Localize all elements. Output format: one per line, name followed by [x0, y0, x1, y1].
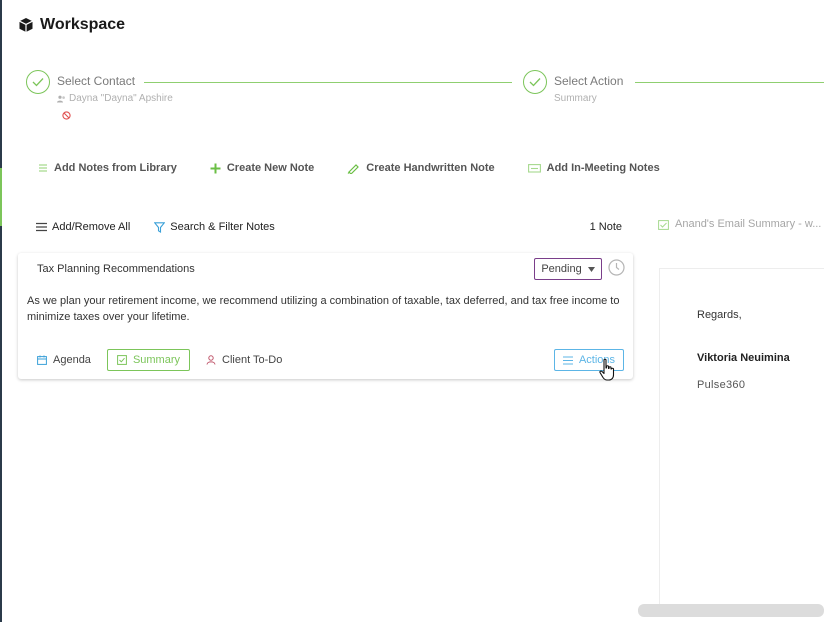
person-icon: [57, 95, 65, 102]
note-card-footer: Agenda Summary Client To-Do: [37, 349, 625, 371]
summary-check-icon: [117, 355, 127, 365]
cube-icon: [19, 18, 33, 32]
horizontal-scrollbar[interactable]: [638, 604, 824, 617]
clock-icon[interactable]: [608, 259, 625, 276]
pen-icon: [347, 163, 360, 174]
library-icon: [39, 164, 47, 172]
step-connector: [144, 82, 512, 83]
plus-icon: [210, 163, 221, 173]
filter-icon: [154, 221, 166, 233]
app-title: Workspace: [40, 16, 126, 33]
workspace-page: Workspace Select Contact Dayna "Dayna" A…: [0, 0, 824, 622]
summary-check-icon: [658, 219, 669, 230]
menu-icon: [562, 356, 573, 364]
step-title: Select Contact: [57, 74, 136, 88]
note-title: Tax Planning Recommendations: [37, 263, 195, 275]
step-select-contact[interactable]: Select Contact Dayna "Dayna" Apshire: [26, 70, 173, 104]
add-notes-from-library-button[interactable]: Add Notes from Library: [38, 162, 177, 174]
notes-list-toolbar: Add/Remove All Search & Filter Notes 1 N…: [36, 219, 626, 235]
step-connector: [635, 82, 824, 83]
note-actions-toolbar: Add Notes from Library Create New Note C…: [38, 159, 693, 177]
check-icon: [26, 70, 50, 94]
email-regards: Regards,: [697, 309, 742, 321]
client-todo-toggle[interactable]: Client To-Do: [206, 354, 282, 366]
add-remove-all-button[interactable]: Add/Remove All: [36, 221, 130, 233]
status-dropdown[interactable]: Pending: [534, 258, 602, 280]
note-card[interactable]: Tax Planning Recommendations Pending As …: [18, 253, 633, 379]
create-handwritten-note-button[interactable]: Create Handwritten Note: [347, 162, 495, 174]
left-rail: [0, 0, 2, 622]
ban-icon: [62, 111, 71, 120]
calendar-icon: [37, 355, 47, 365]
email-preview-panel: Regards, Viktoria Neuimina Pulse360: [659, 268, 824, 608]
hand-cursor-icon: [599, 358, 615, 381]
note-body: As we plan your retirement income, we re…: [27, 295, 620, 323]
app-header: Workspace: [18, 14, 125, 36]
email-company: Pulse360: [697, 379, 746, 391]
status-label: Pending: [541, 263, 582, 275]
caret-down-icon: [587, 266, 595, 272]
step-title: Select Action: [554, 74, 624, 88]
menu-icon: [36, 222, 47, 232]
meeting-icon: [527, 164, 541, 173]
left-rail-active-indicator: [0, 168, 2, 226]
check-icon: [523, 70, 547, 94]
agenda-toggle[interactable]: Agenda: [37, 354, 91, 366]
email-summary-tab[interactable]: Anand's Email Summary - w...: [658, 218, 821, 230]
person-icon: [206, 355, 216, 365]
email-signer-name: Viktoria Neuimina: [697, 352, 790, 364]
add-in-meeting-notes-button[interactable]: Add In-Meeting Notes: [527, 162, 660, 174]
step-select-action[interactable]: Select Action Summary: [523, 70, 623, 104]
summary-toggle[interactable]: Summary: [106, 349, 190, 371]
step-subtitle: Dayna "Dayna" Apshire: [69, 93, 173, 104]
create-new-note-button[interactable]: Create New Note: [210, 162, 314, 174]
note-count: 1 Note: [589, 221, 622, 233]
search-filter-notes-button[interactable]: Search & Filter Notes: [154, 221, 275, 233]
step-subtitle: Summary: [554, 93, 597, 104]
